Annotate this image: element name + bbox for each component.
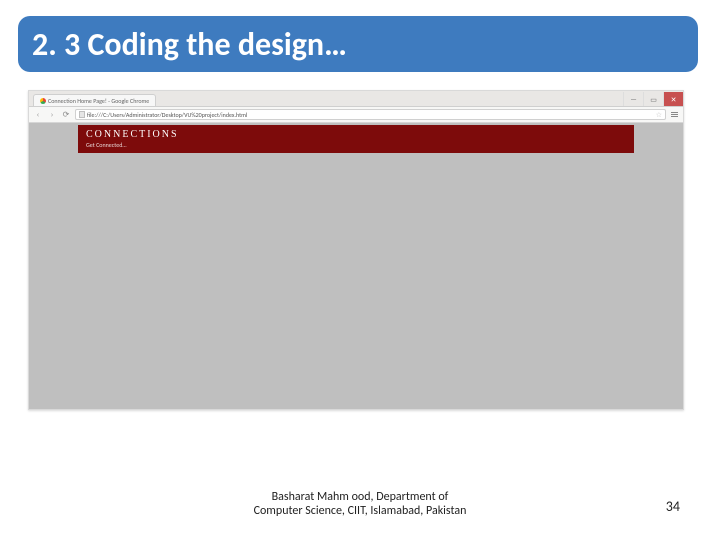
browser-window: Connection Home Page! - Google Chrome — … xyxy=(28,90,684,410)
slide: 2. 3 Coding the design… Connection Home … xyxy=(0,0,720,540)
window-controls: — ▭ ✕ xyxy=(623,91,683,107)
reload-button[interactable]: ⟳ xyxy=(61,110,71,120)
close-button[interactable]: ✕ xyxy=(663,92,683,106)
tab-title: Connection Home Page! - Google Chrome xyxy=(48,97,149,105)
footer-credit: Basharat Mahm ood, Department of Compute… xyxy=(0,490,720,519)
hamburger-menu-icon[interactable] xyxy=(670,112,679,117)
back-button[interactable]: ‹ xyxy=(33,110,43,120)
page-viewport: CONNECTIONS Get Connected… xyxy=(29,123,683,409)
address-bar[interactable]: file:///C:/Users/Administrator/Desktop/V… xyxy=(75,109,666,120)
browser-tab[interactable]: Connection Home Page! - Google Chrome xyxy=(33,94,156,106)
page-number: 34 xyxy=(666,498,680,515)
site-header-banner: CONNECTIONS Get Connected… xyxy=(78,125,634,153)
site-logo-text: CONNECTIONS xyxy=(86,129,634,140)
address-text: file:///C:/Users/Administrator/Desktop/V… xyxy=(87,111,247,119)
minimize-button[interactable]: — xyxy=(623,92,643,106)
toolbar: ‹ › ⟳ file:///C:/Users/Administrator/Des… xyxy=(29,107,683,123)
chrome-icon xyxy=(40,98,46,104)
footer-line-2: Computer Science, CIIT, Islamabad, Pakis… xyxy=(254,504,467,518)
bookmark-star-icon[interactable]: ☆ xyxy=(656,110,662,119)
slide-title: 2. 3 Coding the design… xyxy=(32,25,347,64)
tab-strip: Connection Home Page! - Google Chrome — … xyxy=(29,91,683,107)
title-banner: 2. 3 Coding the design… xyxy=(18,16,698,72)
forward-button[interactable]: › xyxy=(47,110,57,120)
file-icon xyxy=(79,111,85,118)
site-tagline: Get Connected… xyxy=(86,141,634,149)
maximize-button[interactable]: ▭ xyxy=(643,92,663,106)
footer-line-1: Basharat Mahm ood, Department of xyxy=(272,490,449,504)
